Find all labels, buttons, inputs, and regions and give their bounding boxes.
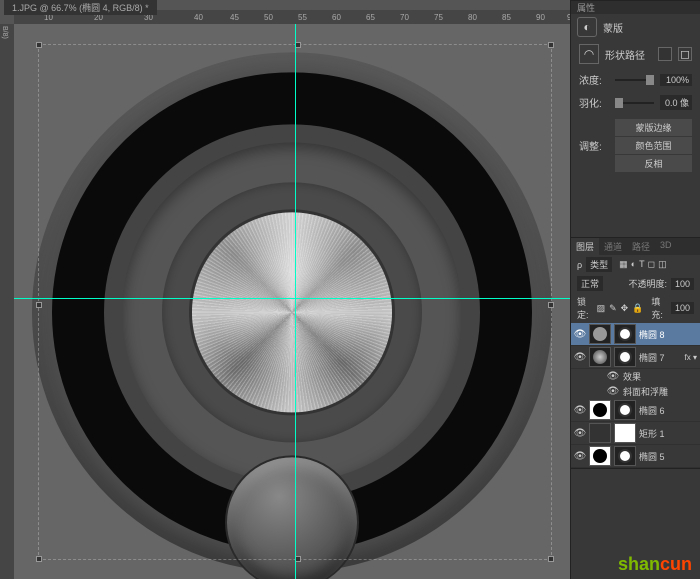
- feather-label: 羽化:: [579, 95, 609, 110]
- filter-smart-icon[interactable]: ◫: [658, 259, 667, 270]
- opacity-label: 不透明度:: [628, 277, 667, 290]
- mask-thumb: [614, 324, 636, 344]
- lock-all-icon[interactable]: 🔒: [632, 303, 643, 314]
- layer-name[interactable]: 椭圆 7: [639, 351, 665, 364]
- blend-mode-select[interactable]: 正常: [577, 276, 603, 291]
- feather-slider[interactable]: [615, 102, 654, 104]
- visibility-toggle[interactable]: 👁: [574, 404, 586, 416]
- vector-mask-icon[interactable]: ◻: [678, 47, 692, 61]
- layer-name[interactable]: 椭圆 8: [639, 328, 665, 341]
- mask-icon[interactable]: ◐: [577, 17, 597, 37]
- shape-path-icon[interactable]: ◠: [579, 44, 599, 64]
- layer-name[interactable]: 椭圆 6: [639, 404, 665, 417]
- feather-value[interactable]: 0.0 像: [660, 95, 692, 110]
- density-value[interactable]: 100%: [660, 74, 692, 86]
- handle-tl[interactable]: [36, 42, 42, 48]
- tab-paths[interactable]: 路径: [627, 238, 655, 255]
- filter-text-icon[interactable]: T: [639, 259, 645, 270]
- guide-horizontal[interactable]: [14, 298, 570, 299]
- lock-move-icon[interactable]: ✥: [621, 303, 629, 314]
- density-slider[interactable]: [615, 79, 654, 81]
- mask-label: 蒙版: [603, 20, 623, 35]
- lock-label: 锁定:: [577, 295, 593, 321]
- layer-ellipse-8[interactable]: 👁 椭圆 8: [571, 323, 700, 346]
- layer-rect-1[interactable]: 👁 矩形 1: [571, 422, 700, 445]
- tab-channels[interactable]: 通道: [599, 238, 627, 255]
- color-range-button[interactable]: 颜色范围: [615, 137, 692, 154]
- tab-3d[interactable]: 3D: [655, 238, 677, 255]
- lock-transparent-icon[interactable]: ▨: [597, 303, 606, 314]
- guide-vertical[interactable]: [295, 24, 296, 579]
- invert-button[interactable]: 反相: [615, 155, 692, 172]
- document-tab[interactable]: 1.JPG @ 66.7% (椭圆 4, RGB/8) *: [4, 0, 157, 15]
- visibility-toggle[interactable]: 👁: [574, 427, 586, 439]
- canvas-area[interactable]: 1.JPG @ 66.7% (椭圆 4, RGB/8) * 10 20 30 4…: [0, 0, 570, 579]
- handle-mr[interactable]: [548, 302, 554, 308]
- layer-ellipse-7[interactable]: 👁 椭圆 7 fx ▾: [571, 346, 700, 369]
- pixel-mask-icon[interactable]: [658, 47, 672, 61]
- canvas-viewport[interactable]: [14, 24, 570, 579]
- shape-path-label: 形状路径: [605, 47, 645, 62]
- fill-label: 填充:: [651, 295, 667, 321]
- layer-name[interactable]: 矩形 1: [639, 427, 665, 440]
- watermark: shancun: [618, 554, 692, 575]
- opacity-value[interactable]: 100: [671, 278, 694, 290]
- ruler-vertical[interactable]: B/8): [0, 24, 14, 579]
- handle-ml[interactable]: [36, 302, 42, 308]
- layer-ellipse-6[interactable]: 👁 椭圆 6: [571, 399, 700, 422]
- shape-thumb: [589, 324, 611, 344]
- handle-tr[interactable]: [548, 42, 554, 48]
- fill-value[interactable]: 100: [671, 302, 694, 314]
- fx-effects[interactable]: 👁效果: [571, 369, 700, 384]
- mask-edge-button[interactable]: 蒙版边缘: [615, 119, 692, 136]
- layer-name[interactable]: 椭圆 5: [639, 450, 665, 463]
- handle-bl[interactable]: [36, 556, 42, 562]
- properties-tab[interactable]: 属性: [577, 1, 595, 14]
- filter-shape-icon[interactable]: ◻: [648, 259, 655, 270]
- layers-panel: 图层 通道 路径 3D ρ 类型 ▦ ◐ T ◻ ◫ 正常 不透明度:: [571, 238, 700, 469]
- density-label: 浓度:: [579, 72, 609, 87]
- handle-br[interactable]: [548, 556, 554, 562]
- visibility-toggle[interactable]: 👁: [574, 328, 586, 340]
- layer-ellipse-5[interactable]: 👁 椭圆 5: [571, 445, 700, 468]
- filter-kind[interactable]: 类型: [586, 257, 612, 272]
- fx-bevel[interactable]: 👁斜面和浮雕: [571, 384, 700, 399]
- visibility-toggle[interactable]: 👁: [574, 450, 586, 462]
- filter-adjust-icon[interactable]: ◐: [631, 259, 636, 270]
- tab-layers[interactable]: 图层: [571, 238, 599, 255]
- filter-pixel-icon[interactable]: ▦: [619, 259, 628, 270]
- adjust-label: 调整:: [579, 138, 609, 153]
- properties-panel: 属性 ◐ 蒙版 ◠ 形状路径 ◻ 浓度: 100% 羽化: 0.0 像: [571, 0, 700, 238]
- visibility-toggle[interactable]: 👁: [574, 351, 586, 363]
- lock-brush-icon[interactable]: ✎: [609, 303, 617, 314]
